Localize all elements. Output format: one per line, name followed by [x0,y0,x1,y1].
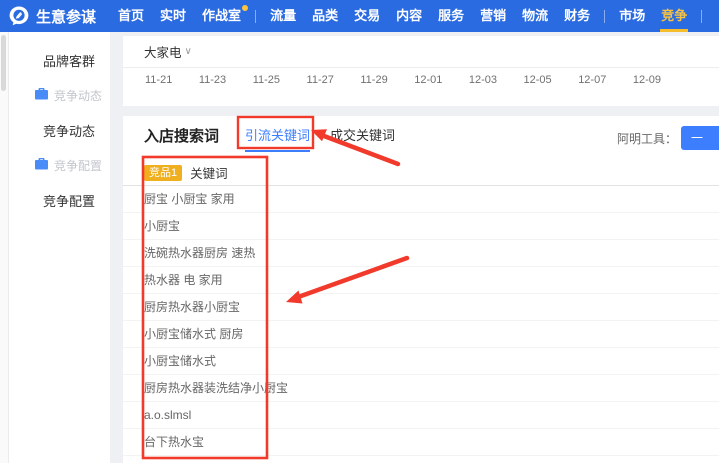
table-row: 洗碗热水器厨房 速热 [123,240,719,267]
table-row: 热水器 电 家用 [123,267,719,294]
brand-name: 生意参谋 [36,8,97,26]
category-filter-dropdown[interactable]: 大家电 ∨ [123,36,719,67]
main-shell: 品牌客群 竞争动态 竞争动态 竞争配置 竞争配置 大家电 ∨ 11-21 11-… [0,32,719,463]
column-header-keyword: 关键词 [190,167,228,181]
nav-item-marketing[interactable]: 营销 [472,0,514,32]
nav-divider [701,9,703,23]
keywords-table: 竞品1 关键词 厨宝 小厨宝 家用 小厨宝 洗碗热水器厨房 速热 热水器 电 家… [123,160,719,456]
search-card-header: 入店搜索词 引流关键词 成交关键词 阿明工具： 一 [123,116,719,152]
category-filter-value: 大家电 [144,46,182,60]
main-content: 大家电 ∨ 11-21 11-23 11-25 11-27 11-29 12-0… [123,32,719,463]
sidebar-item-brand-group[interactable]: 品牌客群 [9,42,110,79]
nav-divider [604,9,606,23]
nav-item-compete-active[interactable]: 竞争 [653,0,695,32]
table-row: 厨宝 小厨宝 家用 [123,186,719,213]
notification-dot [242,5,249,11]
keywords-table-header: 竞品1 关键词 [123,160,719,186]
sidebar-item-compete-config-title[interactable]: 竞争配置 [9,182,110,219]
nav-item-content[interactable]: 内容 [388,0,430,32]
table-row: 厨房热水器装洗结净小厨宝 [123,375,719,402]
axis-tick: 12-03 [468,74,498,86]
axis-tick: 12-07 [578,74,607,86]
chart-x-axis-labels: 11-21 11-23 11-25 11-27 11-29 12-01 12-0… [123,68,719,86]
tab-traffic-keywords[interactable]: 引流关键词 [245,126,311,152]
left-scrollbar-track [0,32,9,463]
sidebar-item-label: 竞争动态 [54,89,103,103]
table-row: 小厨宝 [123,213,719,240]
sidebar-item-compete-config[interactable]: 竞争配置 [9,149,110,182]
nav-item-traffic[interactable]: 流量 [262,0,304,32]
table-row: 台下热水宝 [123,429,719,456]
nav-item-logistics[interactable]: 物流 [514,0,556,32]
table-row: a.o.slmsl [123,402,719,429]
nav-item-finance[interactable]: 财务 [556,0,598,32]
nav-divider [255,9,257,23]
sycm-logo-icon [9,6,29,26]
tool-button[interactable]: 一 [681,126,719,150]
sidebar-item-label: 竞争配置 [54,159,103,173]
axis-tick: 12-09 [632,74,661,86]
competitor-badge: 竞品1 [144,164,183,181]
nav-item-service[interactable]: 服务 [430,0,472,32]
nav-item-war-room-label: 作战室 [202,8,242,23]
sidebar-item-compete-dynamics-title[interactable]: 竞争动态 [9,112,110,149]
tools-area: 阿明工具： 一 [617,126,719,150]
nav-item-market[interactable]: 市场 [611,0,653,32]
nav-item-category[interactable]: 品类 [304,0,346,32]
table-row: 厨房热水器小厨宝 [123,294,719,321]
nav-item-trade[interactable]: 交易 [346,0,388,32]
top-nav-bar: 生意参谋 首页 实时 作战室 流量 品类 交易 内容 服务 营销 物流 财务 市… [0,0,719,32]
tab-deal-keywords[interactable]: 成交关键词 [330,126,395,150]
tool-label: 阿明工具： [616,131,677,146]
briefcase-icon [35,158,48,173]
sycm-app-window: 生意参谋 首页 实时 作战室 流量 品类 交易 内容 服务 营销 物流 财务 市… [0,0,719,463]
axis-tick: 12-05 [523,74,552,86]
search-keywords-card: 入店搜索词 引流关键词 成交关键词 阿明工具： 一 竞品1 关键词 厨宝 小厨宝… [123,116,719,463]
axis-tick: 11-21 [145,74,173,86]
axis-tick: 11-27 [306,74,334,86]
chevron-down-icon: ∨ [184,46,192,57]
trend-card: 大家电 ∨ 11-21 11-23 11-25 11-27 11-29 12-0… [123,36,719,106]
table-row: 小厨宝储水式 厨房 [123,321,719,348]
scrollbar-thumb[interactable] [1,35,6,91]
axis-tick: 11-23 [198,74,227,86]
axis-tick: 11-25 [252,74,281,86]
briefcase-icon [35,88,48,103]
brand-logo[interactable]: 生意参谋 [9,6,96,27]
section-title: 入店搜索词 [144,128,220,145]
nav-item-home[interactable]: 首页 [110,0,152,32]
axis-tick: 12-01 [414,74,443,86]
table-row: 小厨宝储水式 [123,348,719,375]
sidebar: 品牌客群 竞争动态 竞争动态 竞争配置 竞争配置 [9,32,110,463]
sidebar-item-compete-dynamics[interactable]: 竞争动态 [9,79,110,112]
axis-tick: 11-29 [360,74,388,86]
nav-item-realtime[interactable]: 实时 [152,0,194,32]
nav-item-war-room[interactable]: 作战室 [194,0,249,32]
